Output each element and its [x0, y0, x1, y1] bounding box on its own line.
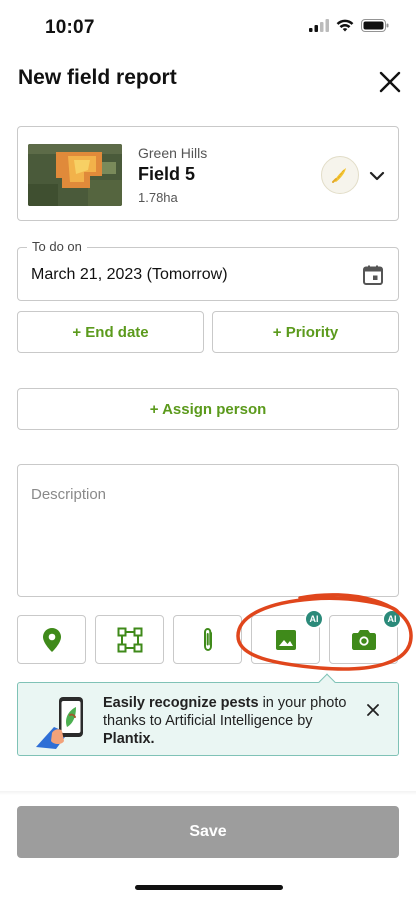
status-time: 10:07 [45, 17, 95, 38]
paperclip-icon [203, 627, 212, 651]
battery-icon [361, 19, 389, 32]
banner-headline: Easily recognize pests [103, 695, 259, 711]
take-photo-ai-button[interactable]: AI [329, 609, 402, 664]
due-date-label: To do on [27, 239, 87, 254]
assign-person-button[interactable]: + Assign person [17, 388, 399, 430]
ai-badge: AI [304, 609, 324, 629]
status-bar: 10:07 [0, 0, 416, 56]
due-date-field[interactable]: To do on March 21, 2023 (Tomorrow) [17, 239, 399, 301]
chevron-down-icon [369, 171, 385, 181]
phone-scan-icon [36, 697, 83, 749]
description-placeholder: Description [31, 486, 107, 503]
description-field[interactable]: Description [17, 464, 399, 597]
field-area: 1.78ha [138, 190, 178, 205]
signal-icon [309, 19, 329, 32]
banner-pointer [318, 673, 336, 691]
close-icon [379, 71, 401, 93]
image-icon [275, 629, 296, 650]
page-title: New field report [18, 66, 177, 89]
crop-badge [321, 156, 359, 194]
field-name: Field 5 [138, 164, 196, 184]
wifi-icon [336, 19, 354, 32]
ai-pest-recognition-banner: Easily recognize pests in your photo tha… [17, 673, 399, 756]
home-indicator[interactable] [135, 885, 283, 890]
banner-brand: Plantix. [103, 731, 155, 747]
field-farm-name: Green Hills [138, 145, 208, 161]
polygon-area-icon [117, 627, 142, 652]
add-location-button[interactable] [17, 615, 86, 664]
field-satellite-thumbnail [28, 144, 122, 206]
footer-divider [0, 791, 416, 795]
calendar-icon[interactable] [361, 263, 385, 287]
location-pin-icon [42, 627, 61, 652]
add-image-ai-button[interactable]: AI [251, 609, 324, 664]
corn-icon [332, 168, 346, 183]
status-icons [309, 19, 389, 32]
save-button[interactable]: Save [17, 806, 399, 858]
close-button[interactable] [376, 68, 404, 96]
camera-icon [351, 630, 376, 650]
ai-badge: AI [382, 609, 402, 629]
banner-close-button[interactable] [362, 699, 384, 721]
banner-message: Easily recognize pests in your photo tha… [103, 694, 353, 748]
attach-file-button[interactable] [173, 615, 242, 664]
add-end-date-button[interactable]: + End date [17, 311, 204, 353]
due-date-value: March 21, 2023 (Tomorrow) [31, 266, 228, 283]
draw-area-button[interactable] [95, 615, 164, 664]
field-selector[interactable]: Green Hills Field 5 1.78ha [17, 126, 399, 221]
add-priority-button[interactable]: + Priority [212, 311, 399, 353]
close-icon [367, 704, 379, 716]
